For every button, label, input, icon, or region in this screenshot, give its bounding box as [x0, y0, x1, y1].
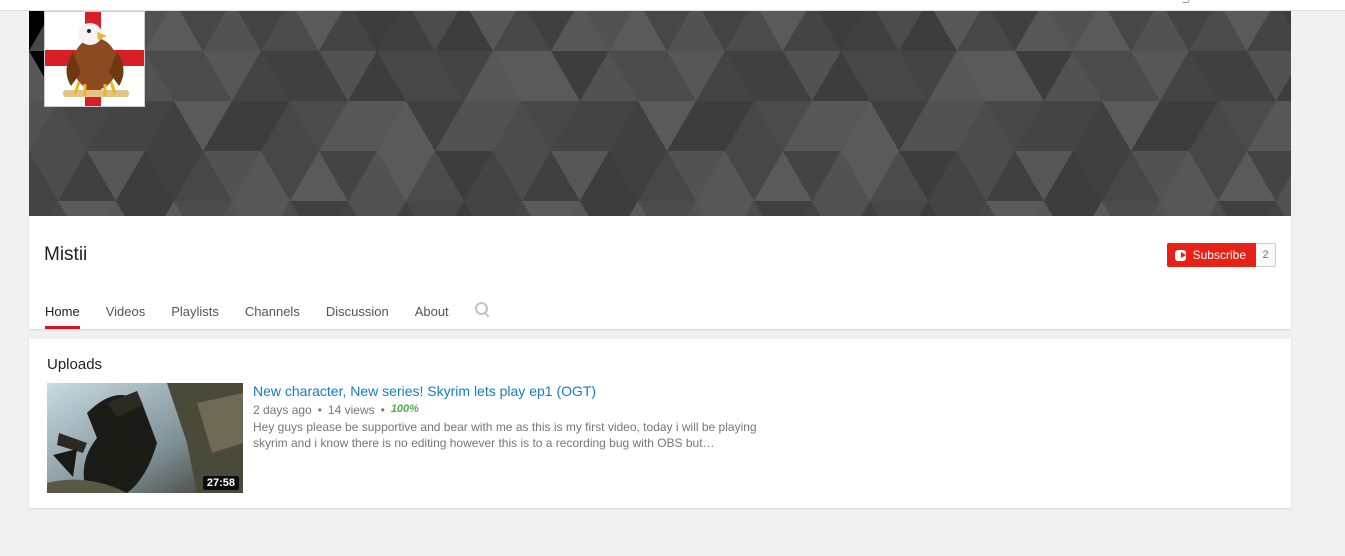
banner-pattern: [29, 11, 1291, 216]
tab-channels[interactable]: Channels: [245, 299, 300, 329]
uploads-heading[interactable]: Uploads: [47, 356, 102, 373]
menu-corner-icon: [1182, 0, 1190, 3]
tab-about[interactable]: About: [415, 299, 449, 329]
video-rating: 100%: [390, 403, 419, 415]
subscribe-group: Subscribe 2: [1167, 243, 1276, 267]
video-views: 14 views: [327, 403, 375, 417]
video-thumbnail[interactable]: 27:58: [47, 383, 243, 493]
channel-avatar[interactable]: [44, 11, 145, 107]
tab-videos[interactable]: Videos: [106, 299, 146, 329]
video-age: 2 days ago: [253, 403, 312, 417]
youtube-play-icon: [1175, 249, 1186, 261]
uploads-section: Uploads 27:58 New character, New series!…: [29, 339, 1291, 508]
video-description: Hey guys please be supportive and bear w…: [253, 420, 757, 450]
top-strip: [0, 0, 1345, 11]
tab-playlists[interactable]: Playlists: [171, 299, 219, 329]
search-icon[interactable]: [474, 302, 491, 318]
channel-header: Mistii Subscribe 2 Home Videos Playlists…: [29, 216, 1291, 329]
video-title-link[interactable]: New character, New series! Skyrim lets p…: [253, 383, 596, 399]
video-duration: 27:58: [202, 476, 239, 490]
subscriber-count: 2: [1256, 243, 1276, 267]
subscribe-label: Subscribe: [1192, 248, 1246, 262]
avatar-image: [45, 12, 144, 106]
channel-tabs: Home Videos Playlists Channels Discussio…: [45, 299, 491, 329]
tab-discussion[interactable]: Discussion: [326, 299, 389, 329]
subscribe-button[interactable]: Subscribe: [1167, 243, 1256, 267]
channel-banner: [29, 11, 1291, 216]
channel-name[interactable]: Mistii: [44, 244, 87, 266]
video-meta: 2 days ago • 14 views • 100%: [253, 403, 419, 417]
tab-home[interactable]: Home: [45, 299, 80, 329]
meta-separator: •: [317, 403, 322, 417]
meta-separator: •: [380, 403, 385, 417]
